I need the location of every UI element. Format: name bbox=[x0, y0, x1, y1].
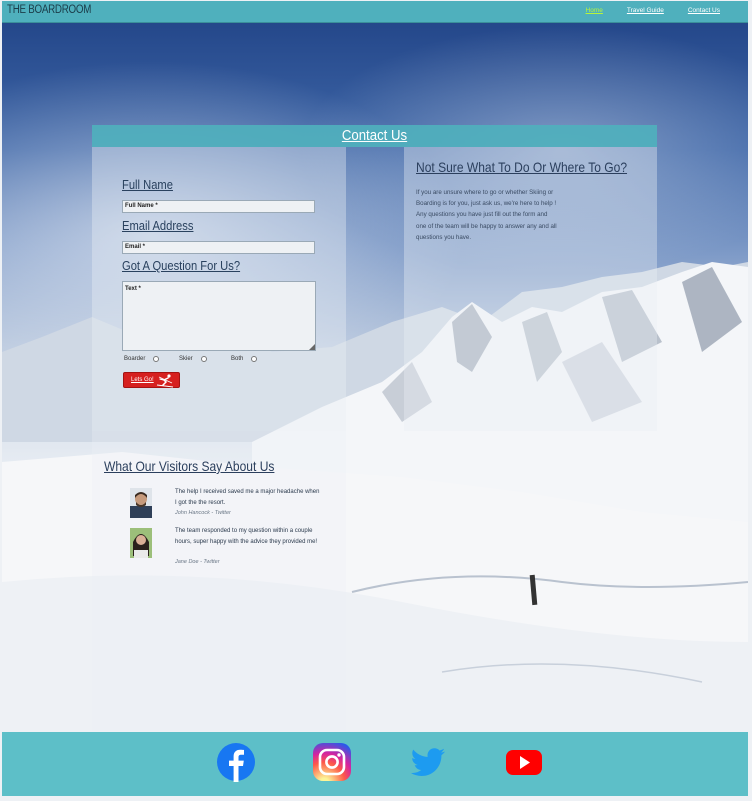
youtube-icon[interactable] bbox=[504, 742, 544, 782]
footer bbox=[2, 732, 748, 796]
question-label: Got A Question For Us? bbox=[122, 258, 241, 273]
option-both[interactable]: Both bbox=[231, 356, 258, 362]
email-label: Email Address bbox=[122, 218, 194, 233]
email-placeholder: Email * bbox=[125, 244, 146, 250]
full-name-placeholder: Full Name * bbox=[125, 203, 158, 209]
question-textarea[interactable]: Text * bbox=[122, 281, 316, 351]
radio-both[interactable] bbox=[251, 356, 258, 362]
top-navbar: THE BOARDROOM Home Travel Guide Contact … bbox=[2, 1, 748, 23]
radio-boarder[interactable] bbox=[153, 356, 160, 362]
site-brand[interactable]: THE BOARDROOM bbox=[7, 4, 91, 16]
nav-link-home[interactable]: Home bbox=[586, 7, 603, 14]
instagram-icon[interactable] bbox=[312, 742, 352, 782]
nav-link-contact-us[interactable]: Contact Us bbox=[688, 7, 720, 14]
testimonial-author: Jane Doe - Twitter bbox=[175, 559, 220, 565]
skier-icon bbox=[156, 374, 174, 388]
option-skier[interactable]: Skier bbox=[179, 356, 207, 362]
submit-button[interactable]: Lets Go! bbox=[123, 372, 180, 388]
info-line: questions you have. bbox=[416, 233, 472, 241]
email-field[interactable]: Email * bbox=[122, 241, 315, 254]
nav-link-travel-guide[interactable]: Travel Guide bbox=[627, 7, 664, 14]
info-line: one of the team will be happy to answer … bbox=[416, 222, 557, 230]
facebook-icon[interactable] bbox=[216, 742, 256, 782]
submit-label: Lets Go! bbox=[131, 377, 154, 383]
option-boarder-label: Boarder bbox=[124, 356, 146, 362]
testimonial-quote: The team responded to my question within… bbox=[175, 528, 318, 545]
testimonial-author: John Hancock - Twitter bbox=[175, 510, 231, 516]
info-text: If you are unsure where to go or whether… bbox=[416, 187, 566, 243]
testimonials-title: What Our Visitors Say About Us bbox=[104, 458, 275, 474]
full-name-field[interactable]: Full Name * bbox=[122, 200, 315, 213]
info-title: Not Sure What To Do Or Where To Go? bbox=[416, 159, 628, 175]
question-placeholder: Text * bbox=[125, 286, 141, 292]
testimonials-panel bbox=[92, 431, 346, 731]
avatar-jane bbox=[130, 528, 152, 558]
full-name-label: Full Name bbox=[122, 177, 173, 192]
radio-skier[interactable] bbox=[200, 356, 207, 362]
info-line: Any questions you have just fill out the… bbox=[416, 211, 548, 219]
contact-title: Contact Us bbox=[341, 127, 408, 144]
contact-header-bar: Contact Us bbox=[92, 125, 657, 147]
option-skier-label: Skier bbox=[179, 356, 193, 362]
info-line: Boarding is for you, just ask us, we're … bbox=[416, 200, 557, 208]
nav-links: Home Travel Guide Contact Us bbox=[562, 7, 720, 14]
option-both-label: Both bbox=[231, 356, 244, 362]
avatar-john bbox=[130, 488, 152, 518]
resize-grip[interactable] bbox=[309, 344, 315, 350]
info-line: If you are unsure where to go or whether… bbox=[416, 189, 554, 196]
testimonial-quote: The help I received saved me a major hea… bbox=[175, 489, 320, 506]
twitter-icon[interactable] bbox=[408, 742, 448, 782]
option-boarder[interactable]: Boarder bbox=[124, 356, 160, 362]
